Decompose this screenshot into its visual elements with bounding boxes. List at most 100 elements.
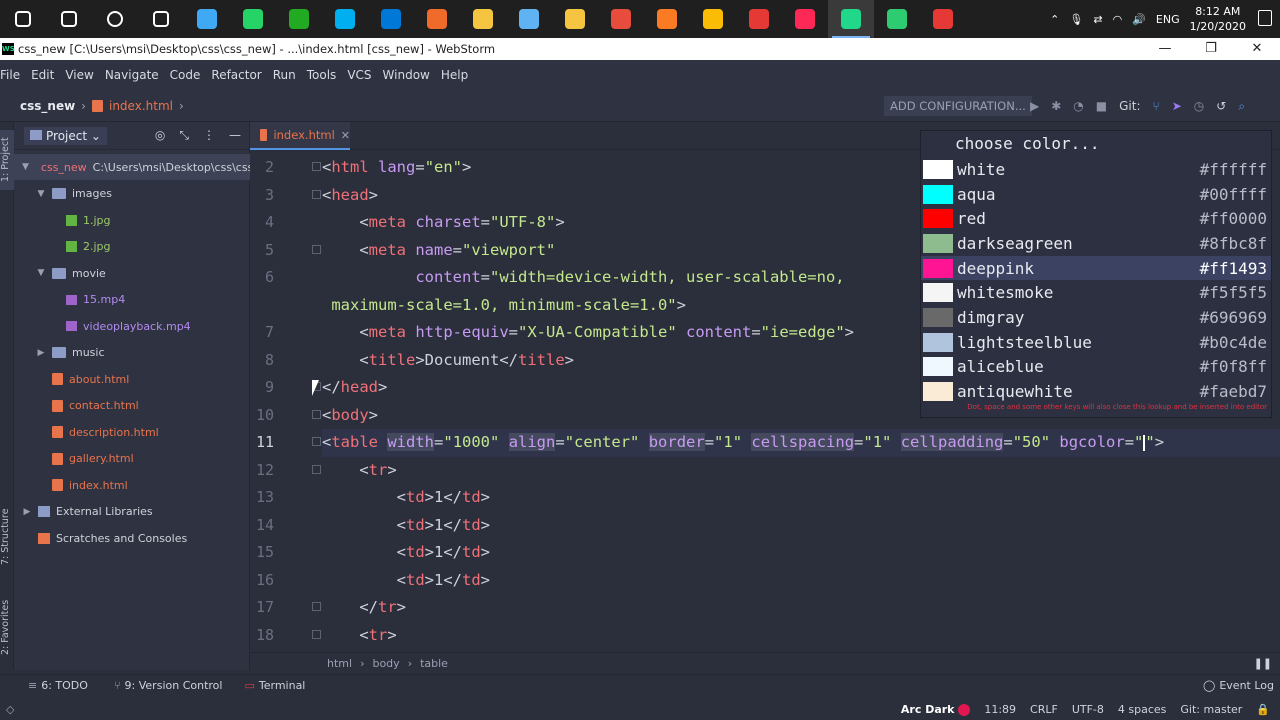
git-push-icon[interactable]: ➤ bbox=[1172, 99, 1182, 113]
git-update-icon[interactable]: ⑂ bbox=[1153, 99, 1160, 113]
coverage-icon[interactable]: ◔ bbox=[1073, 99, 1083, 113]
color-option-lightsteelblue[interactable]: lightsteelblue #b0c4de bbox=[921, 330, 1271, 355]
tree-item-images[interactable]: ▼ images bbox=[36, 181, 112, 207]
chrome-icon[interactable] bbox=[690, 0, 736, 38]
restore-button[interactable]: ❐ bbox=[1188, 38, 1234, 60]
line-separator[interactable]: CRLF bbox=[1030, 703, 1058, 716]
git-kraken-icon[interactable] bbox=[874, 0, 920, 38]
fold-marker-icon[interactable] bbox=[312, 437, 321, 446]
stop-icon[interactable]: ■ bbox=[1096, 99, 1107, 113]
color-option-antiquewhite[interactable]: antiquewhite #faebd7 bbox=[921, 379, 1271, 404]
app-green-icon[interactable] bbox=[276, 0, 322, 38]
close-button[interactable]: ✕ bbox=[1234, 38, 1280, 60]
chevron-right-icon[interactable]: ▶ bbox=[22, 507, 32, 517]
fold-marker-icon[interactable] bbox=[312, 162, 321, 171]
tab-index-html[interactable]: index.html ✕ bbox=[250, 122, 350, 150]
vscode-icon[interactable] bbox=[368, 0, 414, 38]
project-view-selector[interactable]: Project ⌄ bbox=[24, 126, 107, 145]
chevron-up-icon[interactable]: ⌃ bbox=[1050, 13, 1059, 26]
history-icon[interactable]: ◷ bbox=[1194, 99, 1204, 113]
file-encoding[interactable]: UTF-8 bbox=[1072, 703, 1104, 716]
app-yellow-icon[interactable] bbox=[460, 0, 506, 38]
tree-item-contact-html[interactable]: contact.html bbox=[36, 393, 139, 419]
tree-item-gallery-html[interactable]: gallery.html bbox=[36, 446, 134, 472]
tree-item-videoplayback-mp4[interactable]: videoplayback.mp4 bbox=[50, 313, 191, 339]
version-control-tool-button[interactable]: ⑂ 9: Version Control bbox=[114, 679, 223, 692]
menu-help[interactable]: Help bbox=[441, 68, 476, 82]
menu-code[interactable]: Code bbox=[170, 68, 209, 82]
tree-item-scratches[interactable]: Scratches and Consoles bbox=[22, 525, 187, 551]
project-tool-tab[interactable]: 1: Project bbox=[0, 130, 14, 190]
volume-icon[interactable]: 🔊 bbox=[1132, 13, 1146, 26]
menu-window[interactable]: Window bbox=[383, 68, 438, 82]
menu-navigate[interactable]: Navigate bbox=[105, 68, 167, 82]
breadcrumb-table[interactable]: table bbox=[420, 657, 448, 670]
locate-file-icon[interactable]: ◎ bbox=[155, 128, 165, 143]
tree-item-description-html[interactable]: description.html bbox=[36, 419, 159, 445]
app-multicolor-icon[interactable] bbox=[598, 0, 644, 38]
event-log-tool-button[interactable]: ◯ Event Log bbox=[1203, 679, 1274, 692]
language-indicator[interactable]: ENG bbox=[1156, 13, 1180, 26]
tree-item-1-jpg[interactable]: 1.jpg bbox=[50, 207, 111, 233]
close-tab-icon[interactable]: ✕ bbox=[341, 129, 350, 142]
debug-icon[interactable]: ✱ bbox=[1051, 99, 1061, 113]
app-orange-icon[interactable] bbox=[414, 0, 460, 38]
tree-item-external-libraries[interactable]: ▶ External Libraries bbox=[22, 499, 153, 525]
color-option-white[interactable]: white #ffffff bbox=[921, 157, 1271, 182]
terminal-tool-button[interactable]: ▭ Terminal bbox=[244, 679, 305, 692]
rollback-icon[interactable]: ↺ bbox=[1216, 99, 1226, 113]
color-option-darkseagreen[interactable]: darkseagreen #8fbc8f bbox=[921, 231, 1271, 256]
menu-vcs[interactable]: VCS bbox=[347, 68, 379, 82]
favorites-tool-tab[interactable]: 2: Favorites bbox=[0, 592, 14, 662]
lock-icon[interactable]: 🔒 bbox=[1256, 703, 1270, 716]
chevron-right-icon[interactable]: ▶ bbox=[36, 348, 46, 358]
clock[interactable]: 8:12 AM 1/20/2020 bbox=[1190, 4, 1246, 34]
minimize-button[interactable]: — bbox=[1142, 38, 1188, 60]
breadcrumb-body[interactable]: body bbox=[372, 657, 399, 670]
chevron-down-icon[interactable]: ▼ bbox=[36, 268, 46, 278]
color-completion-popup[interactable]: choose color... white #ffffff aqua #00ffff r… bbox=[920, 130, 1272, 418]
menu-edit[interactable]: Edit bbox=[31, 68, 62, 82]
color-option-deeppink[interactable]: deeppink #ff1493 bbox=[921, 255, 1271, 281]
menu-tools[interactable]: Tools bbox=[307, 68, 345, 82]
search-everywhere-icon[interactable]: ⌕ bbox=[1238, 99, 1245, 114]
menu-run[interactable]: Run bbox=[273, 68, 304, 82]
breadcrumb-html[interactable]: html bbox=[327, 657, 352, 670]
app-red-square-icon[interactable] bbox=[920, 0, 966, 38]
chevron-down-icon[interactable]: ▼ bbox=[36, 189, 46, 199]
add-configuration-button[interactable]: ADD CONFIGURATION... bbox=[884, 96, 1032, 116]
color-option-whitesmoke[interactable]: whitesmoke #f5f5f5 bbox=[921, 281, 1271, 306]
theme-indicator[interactable]: Arc Dark bbox=[901, 703, 971, 716]
tree-item-index-html[interactable]: index.html bbox=[36, 472, 128, 498]
color-option-red[interactable]: red #ff0000 bbox=[921, 206, 1271, 231]
notification-icon[interactable] bbox=[1258, 10, 1272, 26]
todo-tool-button[interactable]: ≡ 6: TODO bbox=[28, 679, 88, 692]
xampp-icon[interactable] bbox=[644, 0, 690, 38]
cube-app-icon[interactable] bbox=[506, 0, 552, 38]
wifi-icon[interactable]: ◠ bbox=[1113, 13, 1123, 26]
microphone-icon[interactable]: 🎙 bbox=[1069, 13, 1083, 26]
nav-project[interactable]: css_new bbox=[20, 99, 75, 113]
menu-refactor[interactable]: Refactor bbox=[211, 68, 269, 82]
run-icon[interactable]: ▶ bbox=[1030, 99, 1039, 113]
webstorm-icon[interactable] bbox=[828, 0, 874, 38]
color-option-aqua[interactable]: aqua #00ffff bbox=[921, 182, 1271, 207]
fold-marker-icon[interactable] bbox=[312, 629, 321, 639]
task-view-icon[interactable] bbox=[138, 0, 184, 38]
structure-tool-tab[interactable]: 7: Structure bbox=[0, 502, 14, 572]
windows-start-icon[interactable] bbox=[0, 0, 46, 38]
tree-item-2-jpg[interactable]: 2.jpg bbox=[50, 234, 111, 260]
tree-root[interactable]: ▼ css_new C:\Users\msi\Desktop\css\css_ bbox=[14, 154, 259, 180]
file-explorer-icon[interactable] bbox=[552, 0, 598, 38]
collapse-all-icon[interactable]: ⤡ bbox=[179, 128, 189, 143]
network-icon[interactable]: ⇄ bbox=[1093, 13, 1102, 26]
fold-marker-icon[interactable] bbox=[312, 602, 321, 611]
menu-view[interactable]: View bbox=[65, 68, 101, 82]
tree-item-movie[interactable]: ▼ movie bbox=[36, 260, 106, 286]
hide-panel-icon[interactable]: — bbox=[229, 128, 241, 143]
menu-file[interactable]: File bbox=[0, 68, 28, 82]
fold-marker-icon[interactable] bbox=[312, 464, 321, 474]
fold-marker-icon[interactable] bbox=[312, 409, 321, 419]
cortana-icon[interactable] bbox=[92, 0, 138, 38]
color-option-aliceblue[interactable]: aliceblue #f0f8ff bbox=[921, 355, 1271, 380]
